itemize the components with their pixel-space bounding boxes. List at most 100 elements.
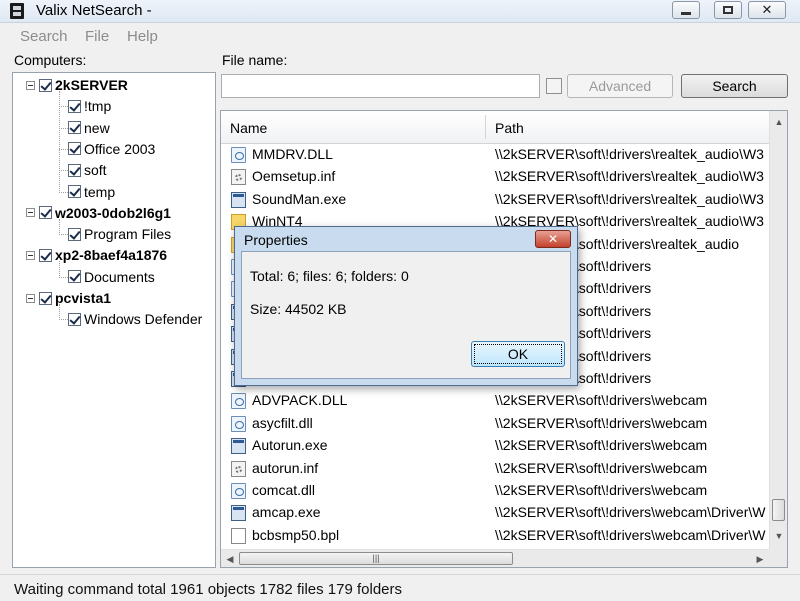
tree-connector [59,276,68,278]
tree-node-label: xp2-8baef4a1876 [55,247,168,264]
title-bar: Valix NetSearch - ✕ [0,0,800,23]
file-name: Autorun.exe [252,437,328,454]
list-item[interactable]: bcbsmp50.bpl \\2kSERVER\soft\!drivers\web… [221,525,769,547]
list-item[interactable]: Oemsetup.inf \\2kSERVER\soft\!drivers\rea… [221,166,769,188]
tree-node-folder[interactable]: Documents [68,267,155,287]
tree-checkbox[interactable] [68,227,81,241]
file-name: Oemsetup.inf [252,168,336,185]
dialog-ok-button[interactable]: OK [471,341,565,367]
list-item[interactable]: asycfilt.dll \\2kSERVER\soft\!drivers\web… [221,413,769,435]
tree-node-label: temp [84,183,116,200]
dll-file-icon [231,483,246,499]
column-header-name[interactable]: Name [230,120,267,136]
computers-tree[interactable]: 2kSERVER !tmp new Office 2003 soft temp w2003-… [12,72,216,568]
tree-node-label: new [84,119,110,136]
collapse-icon[interactable] [26,208,35,218]
status-bar: Waiting command total 1961 objects 1782 … [0,574,800,601]
tree-node-computer[interactable]: pcvista1 [26,288,111,308]
tree-node-label: w2003-0dob2l6g1 [55,204,171,221]
column-divider[interactable] [485,115,486,139]
file-path: \\2kSERVER\soft\!drivers\webcam [495,437,708,454]
horizontal-scroll-thumb[interactable]: ||| [239,552,513,565]
filename-input[interactable] [221,74,540,98]
tree-checkbox[interactable] [39,206,52,220]
tree-node-folder[interactable]: Windows Defender [68,309,202,329]
tree-node-computer[interactable]: xp2-8baef4a1876 [26,245,167,265]
menu-search[interactable]: Search [20,28,68,45]
tree-checkbox[interactable] [39,78,52,92]
close-button[interactable]: ✕ [748,1,786,19]
advanced-button[interactable]: Advanced [567,74,673,98]
advanced-checkbox[interactable] [546,78,562,94]
maximize-button[interactable] [714,1,742,19]
tree-connector [59,106,68,108]
scroll-down-icon[interactable]: ▼ [770,527,787,545]
vertical-scrollbar[interactable]: ▲ ▼ [769,111,787,549]
dialog-close-button[interactable]: ✕ [535,230,571,248]
tree-node-folder[interactable]: !tmp [68,96,111,116]
inf-file-icon [231,460,246,477]
file-path: \\2kSERVER\soft\!drivers\webcam\Driver\W [495,526,766,543]
list-item[interactable]: ADVPACK.DLL \\2kSERVER\soft\!drivers\webc… [221,390,769,412]
file-path: \\2kSERVER\soft\!drivers\webcam [495,392,708,409]
collapse-icon[interactable] [26,250,35,260]
search-button[interactable]: Search [681,74,788,98]
tree-checkbox[interactable] [68,142,81,156]
tree-connector [59,261,60,278]
list-item[interactable]: autorun.inf \\2kSERVER\soft\!drivers\webc… [221,458,769,480]
file-name: amcap.exe [252,504,321,521]
list-item[interactable]: Autorun.exe \\2kSERVER\soft\!drivers\webc… [221,435,769,457]
tree-node-folder[interactable]: Program Files [68,224,171,244]
exe-file-icon [231,191,246,208]
tree-connector [59,304,60,321]
file-name: comcat.dll [252,482,316,498]
tree-node-computer[interactable]: w2003-0dob2l6g1 [26,203,171,223]
tree-node-folder[interactable]: Office 2003 [68,139,155,159]
menu-file[interactable]: File [85,28,109,45]
list-item[interactable]: comcat.dll \\2kSERVER\soft\!drivers\webca… [221,480,769,502]
tree-checkbox[interactable] [68,270,81,284]
tree-checkbox[interactable] [68,99,81,113]
list-item[interactable]: amcap.exe \\2kSERVER\soft\!drivers\webcam… [221,502,769,524]
file-name: MMDRV.DLL [252,146,333,162]
file-name: ADVPACK.DLL [252,392,348,409]
file-path: \\2kSERVER\soft\!drivers\realtek_audio\W… [495,190,764,207]
tree-node-computer[interactable]: 2kSERVER [26,75,128,95]
properties-dialog: Properties ✕ Total: 6; files: 6; folders… [234,226,578,386]
file-path: \\2kSERVER\soft\!drivers\webcam\Driver\W [495,504,766,521]
scroll-up-icon[interactable]: ▲ [770,113,787,131]
list-item[interactable]: MMDRV.DLL \\2kSERVER\soft\!drivers\realte… [221,144,769,166]
tree-node-folder[interactable]: soft [68,160,107,180]
tree-checkbox[interactable] [68,312,81,326]
tree-node-label: Windows Defender [84,311,203,328]
file-path: \\2kSERVER\soft\!drivers\realtek_audio\W… [495,146,764,162]
tree-checkbox[interactable] [68,163,81,177]
column-header-path[interactable]: Path [495,120,524,136]
dll-file-icon [231,147,246,163]
file-name: autorun.inf [252,459,319,476]
scroll-left-icon[interactable]: ◀ [221,550,239,567]
tree-checkbox[interactable] [39,291,52,305]
tree-checkbox[interactable] [68,121,81,135]
scroll-right-icon[interactable]: ▶ [751,550,769,567]
tree-node-folder[interactable]: temp [68,182,115,202]
window-title: Valix NetSearch - [36,2,152,19]
minimize-button[interactable] [672,1,700,19]
tree-connector [59,127,68,129]
vertical-scroll-thumb[interactable] [772,499,785,521]
menu-help[interactable]: Help [127,28,158,45]
tree-checkbox[interactable] [39,248,52,262]
dialog-body: Total: 6; files: 6; folders: 0 Size: 445… [241,251,571,379]
tree-connector [59,319,68,321]
horizontal-scrollbar[interactable]: ◀ ||| ▶ [221,549,769,567]
file-name: asycfilt.dll [252,414,313,431]
tree-node-folder[interactable]: new [68,118,110,138]
collapse-icon[interactable] [26,80,35,90]
tree-node-label: 2kSERVER [55,77,128,93]
collapse-icon[interactable] [26,293,35,303]
dll-file-icon [231,415,246,432]
tree-connector [59,234,68,236]
list-item[interactable]: SoundMan.exe \\2kSERVER\soft\!drivers\rea… [221,189,769,211]
exe-file-icon [231,438,246,455]
tree-checkbox[interactable] [68,185,81,198]
